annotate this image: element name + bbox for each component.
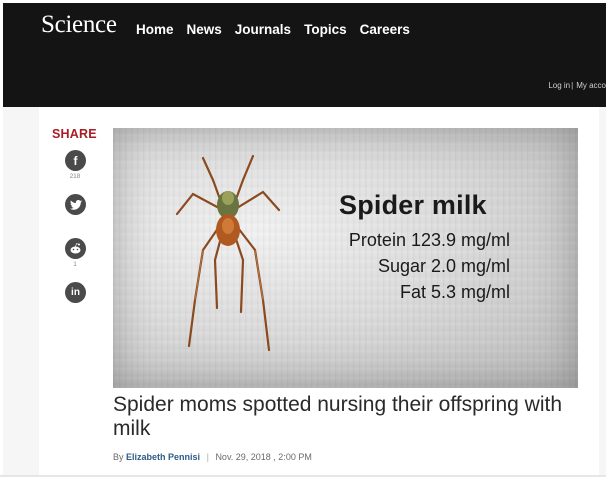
twitter-share-count	[60, 217, 90, 226]
nav-home[interactable]: Home	[136, 22, 174, 37]
my-account-link[interactable]: My acco	[576, 81, 606, 90]
linkedin-icon[interactable]: in	[65, 282, 86, 303]
author-link[interactable]: Elizabeth Pennisi	[126, 452, 200, 462]
bottom-divider	[0, 475, 606, 477]
nav-careers[interactable]: Careers	[360, 22, 410, 37]
page: Science Home News Journals Topics Career…	[0, 0, 606, 481]
article-headline: Spider moms spotted nursing their offspr…	[113, 393, 562, 440]
login-link[interactable]: Log in	[548, 81, 570, 90]
nav-topics[interactable]: Topics	[304, 22, 347, 37]
share-heading: SHARE	[52, 127, 97, 141]
byline-divider: |	[206, 452, 209, 462]
main-nav: Home News Journals Topics Careers	[136, 22, 423, 37]
nav-journals[interactable]: Journals	[235, 22, 291, 37]
site-header: Science Home News Journals Topics Career…	[3, 3, 606, 107]
spider-illustration	[175, 154, 281, 352]
share-buttons: f 218 1 in	[60, 150, 90, 303]
hero-title: Spider milk	[339, 190, 487, 220]
reddit-icon[interactable]	[65, 238, 86, 259]
twitter-icon[interactable]	[65, 194, 86, 215]
account-links: Log in| My acco	[548, 81, 606, 90]
hero-image: Spider milk Protein 123.9 mg/ml Sugar 2.…	[113, 128, 578, 388]
twitter-bird-glyph	[69, 199, 82, 210]
publish-date: Nov. 29, 2018 , 2:00 PM	[215, 452, 312, 462]
reddit-alien-glyph	[70, 243, 81, 254]
byline-prefix: By	[113, 452, 124, 462]
facebook-icon[interactable]: f	[65, 150, 86, 171]
science-logo[interactable]: Science	[41, 11, 117, 39]
hero-sugar: Sugar 2.0 mg/ml	[377, 256, 510, 276]
article-byline: By Elizabeth Pennisi | Nov. 29, 2018 , 2…	[113, 452, 312, 462]
hero-fat: Fat 5.3 mg/ml	[399, 282, 510, 302]
facebook-share-count: 218	[69, 173, 81, 180]
hero-protein: Protein 123.9 mg/ml	[348, 230, 510, 250]
reddit-share-count: 1	[73, 261, 77, 268]
nav-news[interactable]: News	[187, 22, 222, 37]
account-separator: |	[571, 81, 574, 90]
